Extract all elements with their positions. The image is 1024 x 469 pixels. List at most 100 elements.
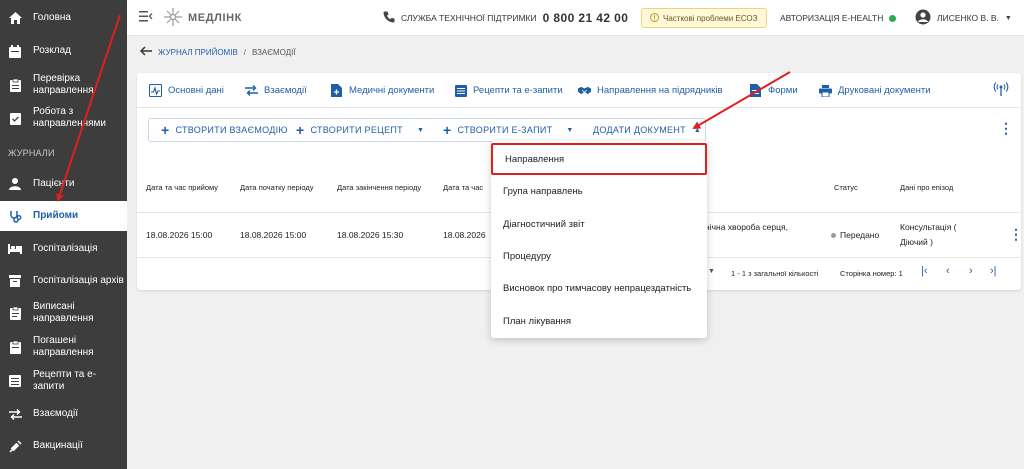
chevron-up-icon: ▲ <box>693 126 702 134</box>
sidebar-item-hospitalization-archive[interactable]: Госпіталізація архів <box>0 271 127 291</box>
sidebar-item-redeemed-referrals[interactable]: Погашені направлення <box>0 334 127 360</box>
sidebar-item-schedule[interactable]: Розклад <box>0 41 127 61</box>
clipboard-icon <box>8 340 22 354</box>
breadcrumb-current: ВЗАЄМОДІЇ <box>252 47 296 57</box>
status-dot-icon <box>831 232 836 238</box>
menu-item-diagnostic-report[interactable]: Діагностичний звіт <box>491 208 707 240</box>
chevron-down-icon: ▼ <box>566 126 574 134</box>
create-interaction-button[interactable]: + СТВОРИТИ ВЗАЄМОДІЮ <box>161 119 288 141</box>
menu-toggle-button[interactable] <box>139 0 153 36</box>
tab-interactions[interactable]: Взаємодії <box>245 73 307 108</box>
tab-recipes[interactable]: Рецепти та е-запити <box>454 73 563 108</box>
sidebar-section-journals: ЖУРНАЛИ <box>8 148 55 158</box>
sidebar-item-patients[interactable]: Пацієнти <box>0 174 127 194</box>
pagination-page: Сторінка номер: 1 <box>840 269 903 278</box>
plus-icon: + <box>161 122 170 138</box>
last-page-icon[interactable]: ›| <box>990 265 997 277</box>
add-document-button[interactable]: ДОДАТИ ДОКУМЕНТ ▲ <box>593 119 701 141</box>
swap-icon <box>245 84 258 97</box>
handshake-icon <box>578 84 591 97</box>
syringe-icon <box>8 439 22 453</box>
list-icon <box>8 374 22 388</box>
archive-icon <box>8 274 22 288</box>
column-header[interactable]: Дані про епізод <box>900 183 953 192</box>
tab-printed-documents[interactable]: Друковані документи <box>819 73 931 108</box>
ehealth-warning-badge[interactable]: Часткові проблеми ЕСОЗ <box>641 8 767 28</box>
tab-bar: Основні дані Взаємодії Медичні документи… <box>137 73 1021 108</box>
breadcrumb-separator: / <box>243 47 247 57</box>
form-document-icon <box>749 84 762 97</box>
plus-icon: + <box>296 122 305 138</box>
sidebar-item-appointments[interactable]: Прийоми <box>0 201 127 231</box>
row-menu-icon[interactable]: ⋮ <box>1009 227 1023 241</box>
status-dot-icon <box>889 14 897 22</box>
chart-pulse-icon <box>149 84 162 97</box>
person-icon <box>8 177 22 191</box>
sidebar-item-vaccinations[interactable]: Вакцинації <box>0 436 127 456</box>
clipboard-icon <box>8 78 22 92</box>
support-phone: 0 800 21 42 00 <box>542 11 629 25</box>
logo-mark-icon <box>163 7 183 30</box>
sidebar-item-hospitalization[interactable]: Госпіталізація <box>0 239 127 259</box>
column-header[interactable]: Дата початку періоду <box>240 183 314 192</box>
create-erequest-button[interactable]: + СТВОРИТИ Е-ЗАПИТ ▼ <box>443 119 574 141</box>
tab-medical-documents[interactable]: Медичні документи <box>330 73 434 108</box>
status-badge: Передано <box>831 230 879 240</box>
menu-item-treatment-plan[interactable]: План лікування <box>491 305 707 337</box>
tab-contractor-referrals[interactable]: Направлення на підрядників <box>578 73 723 108</box>
user-menu[interactable]: ЛИСЕНКО В. В. ▼ <box>915 0 1012 36</box>
sidebar: Головна Розклад Перевірка направлення Ро… <box>0 0 127 469</box>
breadcrumb-parent-link[interactable]: ЖУРНАЛ ПРИЙОМІВ <box>158 48 238 57</box>
prev-page-icon[interactable]: ‹ <box>946 265 950 277</box>
action-bar: + СТВОРИТИ ВЗАЄМОДІЮ + СТВОРИТИ РЕЦЕПТ ▼… <box>148 118 706 142</box>
page-size-chevron-icon[interactable]: ▼ <box>708 268 715 275</box>
menu-item-procedure[interactable]: Процедуру <box>491 240 707 272</box>
sidebar-item-issued-referrals[interactable]: Виписані направлення <box>0 300 127 326</box>
sidebar-item-interactions[interactable]: Взаємодії <box>0 404 127 424</box>
support-label: СЛУЖБА ТЕХНІЧНОЇ ПІДТРИМКИ <box>401 13 537 23</box>
back-arrow-icon[interactable] <box>139 46 152 58</box>
sidebar-item-referral-check[interactable]: Перевірка направлення <box>0 72 127 98</box>
ehealth-auth-status[interactable]: АВТОРИЗАЦІЯ E-HEALTH <box>780 0 897 36</box>
top-bar: МЕДЛІНК СЛУЖБА ТЕХНІЧНОЇ ПІДТРИМКИ 0 800… <box>127 0 1024 36</box>
menu-item-referral-group[interactable]: Група направлень <box>491 175 707 207</box>
plus-icon: + <box>443 122 452 138</box>
pagination-count: 1 - 1 з загальної кількості <box>731 269 819 278</box>
column-header[interactable]: Дата закінчення періоду <box>337 183 421 192</box>
tab-main-data[interactable]: Основні дані <box>149 73 224 108</box>
column-header[interactable]: Статус <box>834 183 858 192</box>
signal-button[interactable] <box>993 73 1009 108</box>
first-page-icon[interactable]: |‹ <box>921 265 928 277</box>
user-name: ЛИСЕНКО В. В. <box>937 13 999 23</box>
home-icon <box>8 11 22 25</box>
chevron-down-icon: ▼ <box>1004 14 1012 22</box>
calendar-icon <box>8 44 22 58</box>
create-recipe-button[interactable]: + СТВОРИТИ РЕЦЕПТ ▼ <box>296 119 424 141</box>
next-page-icon[interactable]: › <box>969 265 973 277</box>
sidebar-item-home[interactable]: Головна <box>0 8 127 28</box>
stethoscope-icon <box>8 209 22 223</box>
app-logo: МЕДЛІНК <box>163 0 242 36</box>
support-info: СЛУЖБА ТЕХНІЧНОЇ ПІДТРИМКИ 0 800 21 42 0… <box>383 0 628 36</box>
sidebar-item-referral-work[interactable]: Робота з направленнями <box>0 105 127 131</box>
logo-text: МЕДЛІНК <box>188 12 242 24</box>
more-vertical-icon[interactable]: ⋮ <box>999 121 1013 135</box>
tab-forms[interactable]: Форми <box>749 73 798 108</box>
menu-collapse-icon <box>139 11 153 25</box>
clipboard-check-icon <box>8 111 22 125</box>
menu-item-referral[interactable]: Направлення <box>491 143 707 175</box>
user-avatar-icon <box>915 9 931 28</box>
bed-icon <box>8 242 22 256</box>
sidebar-item-recipes[interactable]: Рецепти та е-запити <box>0 368 127 394</box>
signal-tower-icon <box>993 81 1009 100</box>
list-icon <box>454 84 467 97</box>
column-header[interactable]: Дата та час прийому <box>146 183 218 192</box>
printer-icon <box>819 84 832 97</box>
document-plus-icon <box>330 84 343 97</box>
clipboard-icon <box>8 306 22 320</box>
breadcrumb: ЖУРНАЛ ПРИЙОМІВ / ВЗАЄМОДІЇ <box>139 46 296 58</box>
column-header[interactable]: Дата та час <box>443 183 483 192</box>
warning-icon <box>650 12 659 24</box>
chevron-down-icon: ▼ <box>416 126 425 134</box>
menu-item-sick-leave[interactable]: Висновок про тимчасову непрацездатність <box>491 272 707 304</box>
